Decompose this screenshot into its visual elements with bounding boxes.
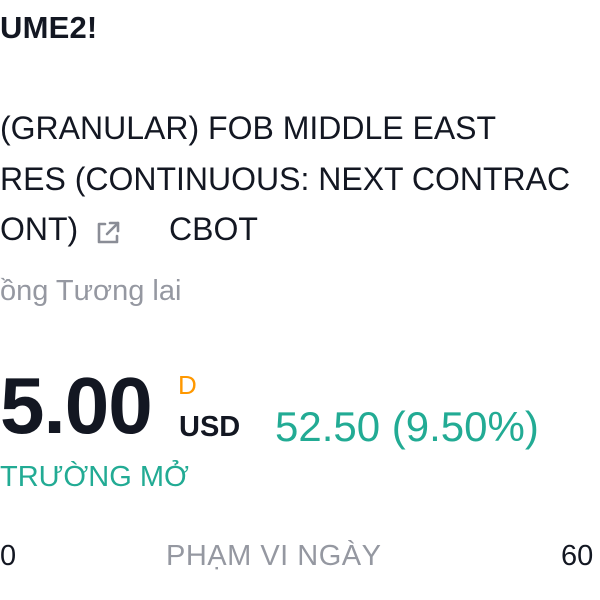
exchange-name[interactable]: CBOT — [169, 211, 258, 248]
last-price: 5.00 — [0, 361, 153, 450]
day-range-low: 0 — [0, 540, 17, 572]
price-flag: D — [178, 370, 197, 400]
instrument-type: ồng Tương lai — [0, 275, 182, 307]
day-range-high: 60 — [561, 540, 594, 572]
day-range-label: PHẠM VI NGÀY — [166, 540, 382, 572]
price-currency: USD — [179, 411, 241, 443]
symbol-title: UME2! — [0, 10, 98, 45]
symbol-overview: UME2! (GRANULAR) FOB MIDDLE EAST RES (CO… — [0, 0, 600, 600]
description-line-2: RES (CONTINUOUS: NEXT CONTRAC — [0, 161, 571, 197]
description-line-3: ONT) — [0, 211, 79, 247]
description-line-1: (GRANULAR) FOB MIDDLE EAST — [0, 110, 497, 146]
external-link-icon[interactable] — [93, 218, 123, 248]
market-status: TRƯỜNG MỞ — [0, 461, 189, 493]
price-change: 52.50 (9.50%) — [275, 403, 539, 450]
